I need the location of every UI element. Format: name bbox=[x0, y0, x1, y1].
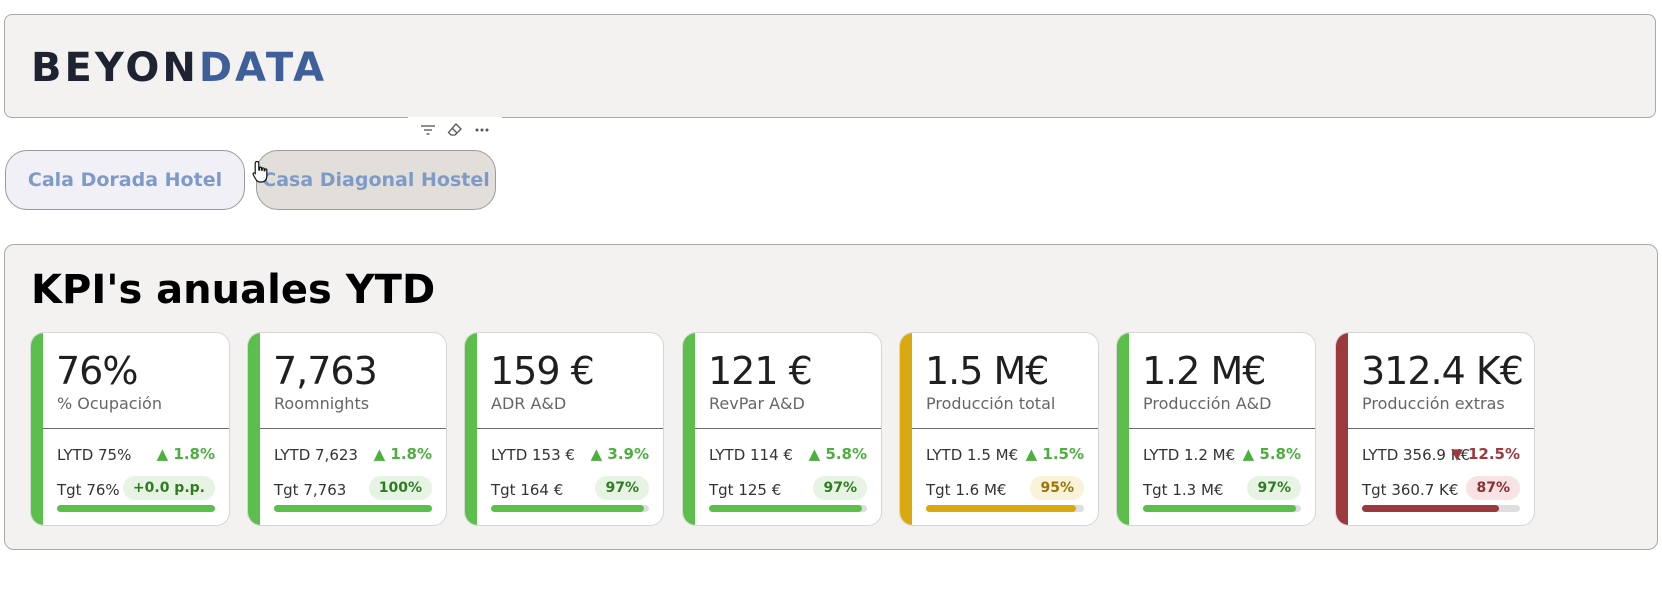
kpi-progress-track bbox=[274, 505, 432, 512]
kpi-progress-track bbox=[1362, 505, 1520, 512]
kpi-target-badge: 97% bbox=[1247, 476, 1301, 500]
kpi-divider bbox=[695, 428, 881, 429]
kpi-status-stripe bbox=[683, 333, 695, 525]
kpi-label: ADR A&D bbox=[491, 394, 567, 413]
kpi-label: % Ocupación bbox=[57, 394, 162, 413]
kpi-status-stripe bbox=[248, 333, 260, 525]
kpi-card-3: 159 € ADR A&D LYTD 153 € ▲ 3.9% Tgt 164 … bbox=[464, 332, 664, 526]
logo: BEYONDATA bbox=[31, 45, 327, 91]
kpi-target-badge: 95% bbox=[1030, 476, 1084, 500]
kpi-delta: ▼ 12.5% bbox=[1451, 445, 1520, 463]
kpi-progress-track bbox=[926, 505, 1084, 512]
kpi-status-stripe bbox=[1117, 333, 1129, 525]
eraser-icon[interactable] bbox=[446, 121, 464, 139]
logo-part-1: BEYON bbox=[31, 45, 199, 91]
kpi-card-6: 1.2 M€ Producción A&D LYTD 1.2 M€ ▲ 5.8%… bbox=[1116, 332, 1316, 526]
kpi-label: Producción total bbox=[926, 394, 1056, 413]
kpi-progress-fill bbox=[1362, 505, 1500, 512]
kpi-progress-fill bbox=[57, 505, 215, 512]
kpi-divider bbox=[1348, 428, 1534, 429]
kpi-target-badge: +0.0 p.p. bbox=[122, 476, 215, 500]
kpi-delta: ▲ 5.8% bbox=[1242, 445, 1301, 463]
kpi-divider bbox=[477, 428, 663, 429]
kpi-target: Tgt 1.6 M€ bbox=[926, 481, 1007, 499]
kpi-delta: ▲ 5.8% bbox=[808, 445, 867, 463]
kpi-value: 312.4 K€ bbox=[1361, 349, 1524, 393]
kpi-progress-fill bbox=[491, 505, 645, 512]
kpi-delta: ▲ 1.8% bbox=[373, 445, 432, 463]
kpi-target-badge: 100% bbox=[368, 476, 432, 500]
kpi-section-title: KPI's anuales YTD bbox=[31, 267, 436, 313]
kpi-card-2: 7,763 Roomnights LYTD 7,623 ▲ 1.8% Tgt 7… bbox=[247, 332, 447, 526]
kpi-progress-track bbox=[709, 505, 867, 512]
kpi-target: Tgt 125 € bbox=[709, 481, 782, 499]
kpi-progress-fill bbox=[709, 505, 863, 512]
kpi-label: Producción A&D bbox=[1143, 394, 1272, 413]
kpi-lytd: LYTD 114 € bbox=[709, 446, 793, 464]
kpi-label: Producción extras bbox=[1362, 394, 1505, 413]
kpi-status-stripe bbox=[1336, 333, 1348, 525]
logo-part-2: DATA bbox=[198, 45, 328, 91]
kpi-progress-track bbox=[57, 505, 215, 512]
kpi-target: Tgt 1.3 M€ bbox=[1143, 481, 1224, 499]
kpi-label: Roomnights bbox=[274, 394, 370, 413]
kpi-target: Tgt 360.7 K€ bbox=[1362, 481, 1459, 499]
kpi-value: 1.2 M€ bbox=[1142, 349, 1266, 393]
kpi-target-badge: 87% bbox=[1466, 476, 1520, 500]
kpi-value: 76% bbox=[56, 349, 138, 393]
kpi-label: RevPar A&D bbox=[709, 394, 805, 413]
kpi-card-7: 312.4 K€ Producción extras LYTD 356.9 K€… bbox=[1335, 332, 1535, 526]
kpi-lytd: LYTD 1.5 M€ bbox=[926, 446, 1019, 464]
kpi-progress-track bbox=[491, 505, 649, 512]
kpi-card-1: 76% % Ocupación LYTD 75% ▲ 1.8% Tgt 76% … bbox=[30, 332, 230, 526]
kpi-divider bbox=[260, 428, 446, 429]
kpi-value: 1.5 M€ bbox=[925, 349, 1049, 393]
visual-toolbar bbox=[408, 117, 502, 143]
kpi-card-4: 121 € RevPar A&D LYTD 114 € ▲ 5.8% Tgt 1… bbox=[682, 332, 882, 526]
kpi-value: 121 € bbox=[708, 349, 813, 393]
filter-icon[interactable] bbox=[419, 121, 437, 139]
kpi-status-stripe bbox=[465, 333, 477, 525]
kpi-lytd: LYTD 153 € bbox=[491, 446, 575, 464]
kpi-divider bbox=[1129, 428, 1315, 429]
kpi-delta: ▲ 1.5% bbox=[1025, 445, 1084, 463]
kpi-progress-fill bbox=[1143, 505, 1297, 512]
kpi-status-stripe bbox=[900, 333, 912, 525]
kpi-lytd: LYTD 1.2 M€ bbox=[1143, 446, 1236, 464]
kpi-progress-fill bbox=[926, 505, 1077, 512]
kpi-divider bbox=[912, 428, 1098, 429]
kpi-target: Tgt 164 € bbox=[491, 481, 564, 499]
kpi-progress-fill bbox=[274, 505, 432, 512]
kpi-divider bbox=[43, 428, 229, 429]
kpi-value: 7,763 bbox=[273, 349, 378, 393]
hand-cursor-icon bbox=[252, 160, 268, 183]
header-panel: BEYONDATA bbox=[4, 14, 1656, 118]
kpi-value: 159 € bbox=[490, 349, 595, 393]
kpi-lytd: LYTD 75% bbox=[57, 446, 132, 464]
kpi-delta: ▲ 1.8% bbox=[156, 445, 215, 463]
kpi-card-5: 1.5 M€ Producción total LYTD 1.5 M€ ▲ 1.… bbox=[899, 332, 1099, 526]
slicer-button-cala-dorada[interactable]: Cala Dorada Hotel bbox=[5, 150, 245, 210]
kpi-panel: KPI's anuales YTD 76% % Ocupación LYTD 7… bbox=[4, 244, 1658, 550]
kpi-status-stripe bbox=[31, 333, 43, 525]
kpi-target-badge: 97% bbox=[595, 476, 649, 500]
slicer-button-casa-diagonal[interactable]: Casa Diagonal Hostel bbox=[256, 150, 496, 210]
kpi-target: Tgt 76% bbox=[57, 481, 120, 499]
more-options-icon[interactable] bbox=[473, 121, 491, 139]
kpi-lytd: LYTD 7,623 bbox=[274, 446, 358, 464]
kpi-target: Tgt 7,763 bbox=[274, 481, 347, 499]
kpi-target-badge: 97% bbox=[813, 476, 867, 500]
kpi-progress-track bbox=[1143, 505, 1301, 512]
kpi-delta: ▲ 3.9% bbox=[590, 445, 649, 463]
